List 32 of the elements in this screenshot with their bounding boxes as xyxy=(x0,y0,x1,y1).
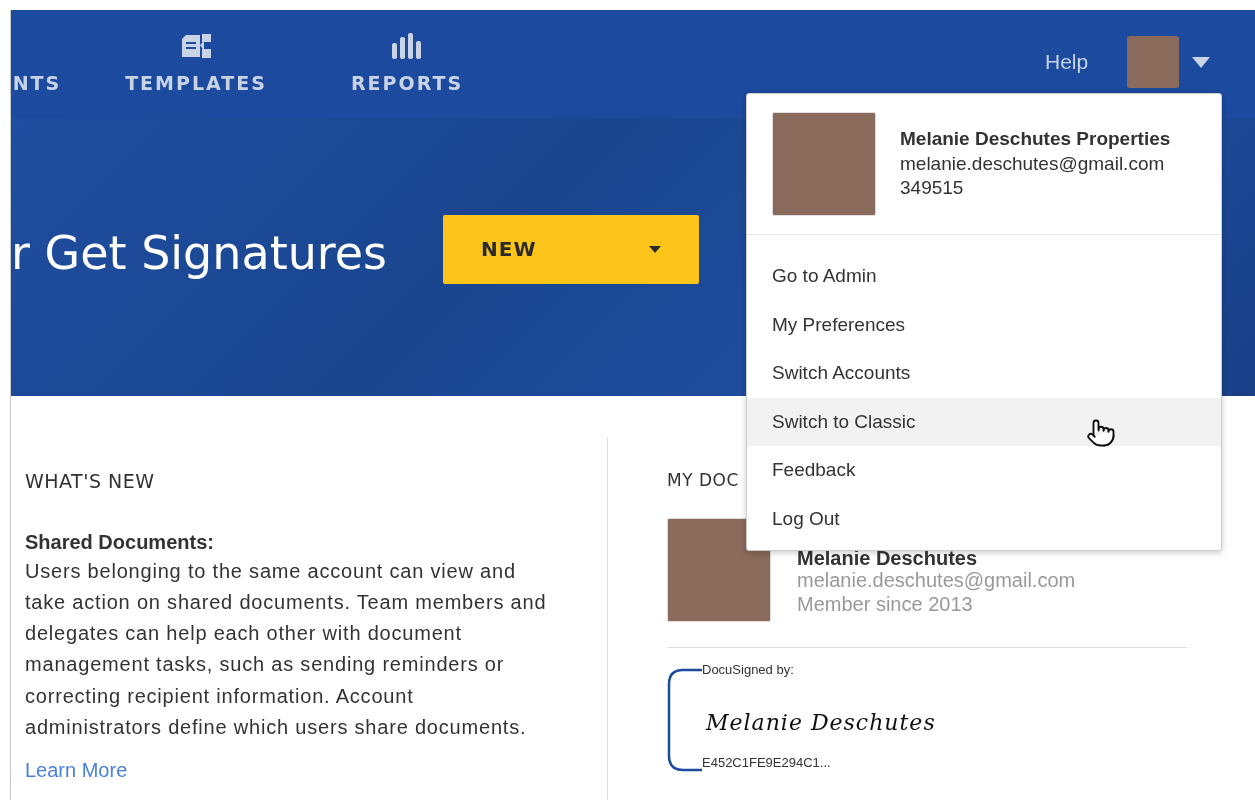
menu-item[interactable]: Go to Admin xyxy=(747,252,1221,301)
user-email: melanie.deschutes@gmail.com xyxy=(797,567,1076,592)
signature-label: DocuSigned by: xyxy=(702,661,795,678)
user-name: Melanie Deschutes xyxy=(797,547,978,568)
new-button[interactable]: NEW xyxy=(443,214,700,284)
menu-item[interactable]: My Preferences xyxy=(747,300,1221,350)
nav-tab[interactable]: NTS xyxy=(11,10,63,98)
account-id: 349515 xyxy=(900,176,965,200)
nav-tab[interactable]: TEMPLATES xyxy=(125,10,267,98)
section-heading: MY DOC xyxy=(667,469,739,492)
signature-bracket-icon xyxy=(667,667,703,772)
bar-chart-icon xyxy=(391,33,423,59)
menu-item[interactable]: Switch Accounts xyxy=(747,349,1221,398)
article-body: Users belonging to the same account can view and take action on shared documents. Team members and delegates can help each other with document management tasks, such as sending reminders or correcting recipient information. Account administrators define which users share documents. xyxy=(25,558,548,740)
section-heading: WHAT'S NEW xyxy=(25,469,156,494)
account-name: Melanie Deschutes Properties xyxy=(900,127,1171,151)
handwritten-signature: Melanie Deschutes xyxy=(706,708,936,737)
article-title: Shared Documents: xyxy=(25,529,215,555)
nav-tab[interactable]: REPORTS xyxy=(351,10,463,98)
account-email: melanie.deschutes@gmail.com xyxy=(900,151,1166,176)
member-since: Member since 2013 xyxy=(797,591,974,616)
caret-down-icon[interactable] xyxy=(1192,57,1210,68)
templates-icon xyxy=(180,33,212,59)
signature-hash: E452C1FE9E294C1... xyxy=(702,753,832,772)
hand-cursor-icon xyxy=(1086,418,1116,448)
menu-item[interactable]: Log Out xyxy=(747,494,1221,544)
hero-title: r Get Signatures xyxy=(11,224,388,282)
help-link[interactable]: Help xyxy=(1045,46,1089,78)
learn-more-link[interactable]: Learn More xyxy=(25,755,557,786)
menu-item[interactable]: Switch to Classic xyxy=(747,397,1221,447)
menu-item[interactable]: Feedback xyxy=(747,446,1221,495)
caret-down-icon xyxy=(649,245,662,253)
